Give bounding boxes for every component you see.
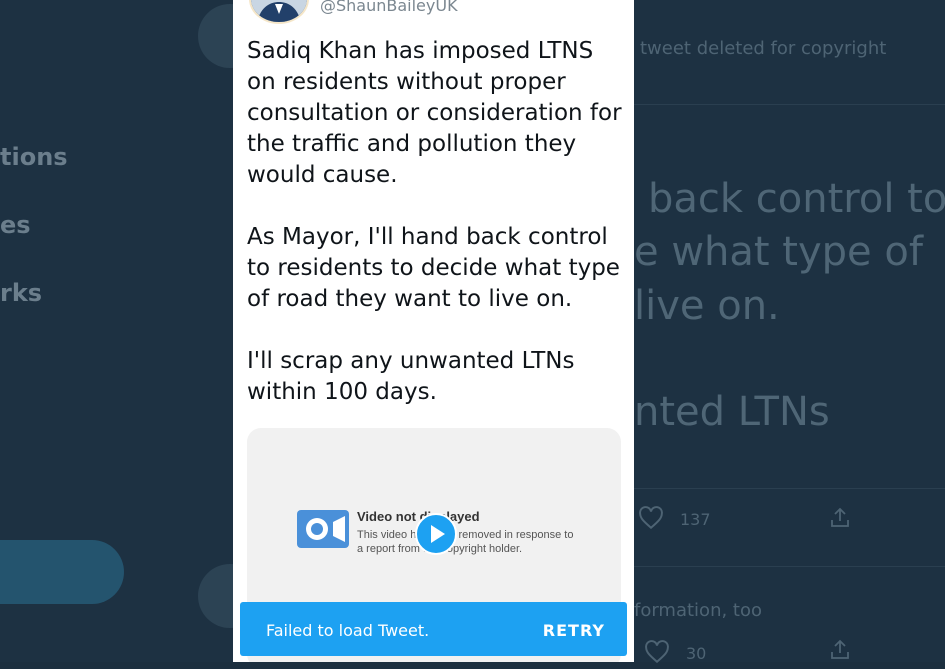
share-icon[interactable] — [828, 506, 852, 535]
embedded-tweet: @ShaunBaileyUK Sadiq Khan has imposed LT… — [233, 0, 634, 662]
media-body: This video has been removed in response … — [357, 529, 574, 555]
nav-item-messages[interactable]: es — [0, 211, 31, 239]
tweet-paragraph: As Mayor, I'll hand back control to resi… — [247, 224, 620, 312]
tweet-paragraph: I'll scrap any unwanted LTNs within 100 … — [247, 348, 575, 405]
tweet-paragraph: Sadiq Khan has imposed LTNS on residents… — [247, 38, 622, 188]
heart-icon[interactable] — [638, 506, 664, 535]
like-count: 137 — [680, 510, 711, 529]
tweet-text-line: nted LTNs — [634, 389, 830, 435]
nav-item-bookmarks[interactable]: rks — [0, 279, 42, 307]
toast-message: Failed to load Tweet. — [266, 621, 430, 640]
tweet-text-line: e what type of — [634, 229, 923, 275]
avatar[interactable] — [249, 0, 309, 24]
tweet-text-line: live on. — [634, 283, 780, 329]
user-handle[interactable]: @ShaunBaileyUK — [320, 0, 458, 15]
nav-item-notifications[interactable]: tions — [0, 143, 68, 171]
share-icon[interactable] — [828, 638, 852, 667]
tweet-text-line: back control to — [648, 176, 945, 222]
heart-icon[interactable] — [644, 640, 670, 669]
like-count: 30 — [686, 644, 707, 663]
retry-button[interactable]: RETRY — [543, 621, 605, 640]
error-toast: Failed to load Tweet. RETRY — [240, 602, 627, 656]
camera-icon — [297, 508, 349, 550]
tweet-text: Sadiq Khan has imposed LTNS on residents… — [247, 36, 627, 439]
divider — [634, 488, 945, 489]
deleted-note: tweet deleted for copyright — [640, 38, 887, 59]
tweet-compose-button[interactable] — [0, 540, 124, 604]
info-note: formation, too — [634, 600, 763, 621]
play-icon[interactable] — [415, 513, 457, 555]
divider — [634, 104, 945, 105]
divider — [634, 566, 945, 567]
